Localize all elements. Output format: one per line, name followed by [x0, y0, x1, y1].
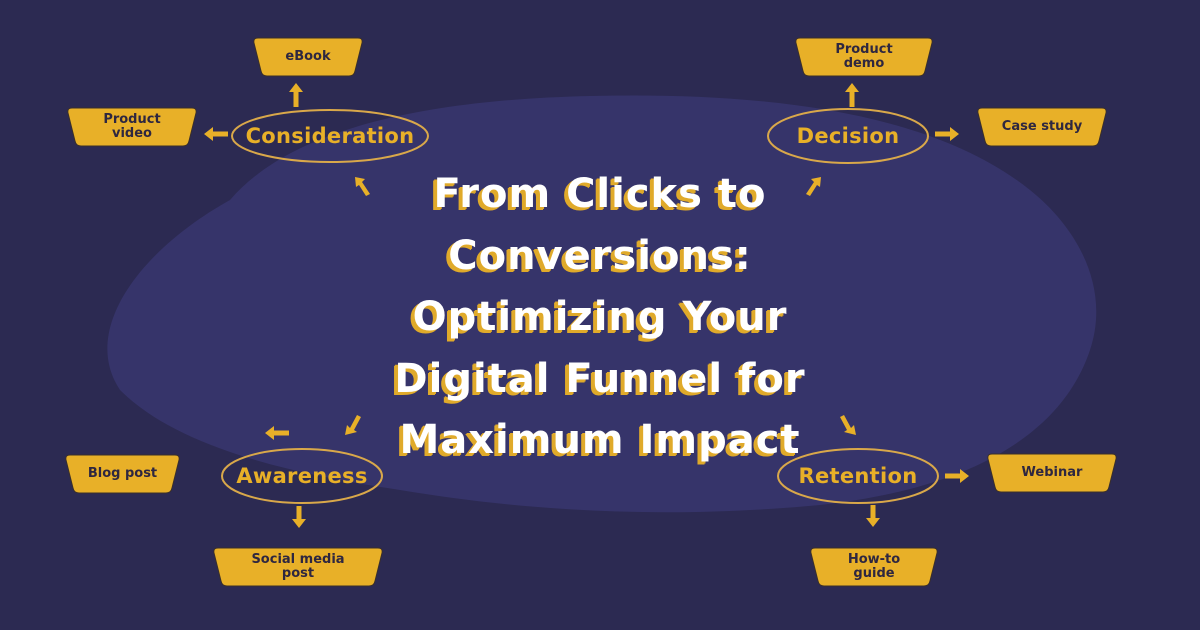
decision-stage[interactable]: Decision: [766, 107, 930, 165]
awareness-label: Awareness: [236, 464, 368, 488]
blog-post-label: Blog post: [87, 466, 158, 481]
arrow-left-icon: [265, 426, 289, 440]
consideration-label: Consideration: [245, 124, 415, 148]
page-title: From Clicks to Conversions: Optimizing Y…: [330, 164, 870, 472]
ebook-card[interactable]: eBook: [253, 37, 363, 77]
arrow-down-icon: [866, 505, 880, 527]
arrow-right-icon: [935, 127, 959, 141]
decision-label: Decision: [796, 124, 900, 148]
product-video-card[interactable]: Product video: [67, 107, 197, 147]
social-media-post-card[interactable]: Social media post: [213, 547, 383, 587]
ebook-label: eBook: [285, 49, 331, 64]
title-line: Digital Funnel for: [394, 355, 806, 402]
consideration-stage[interactable]: Consideration: [230, 108, 430, 164]
title-line: Optimizing Your: [412, 294, 788, 340]
arrow-up-icon: [845, 83, 859, 107]
how-to-guide-label: How-to guide: [847, 552, 901, 581]
arrow-down-icon: [292, 506, 306, 528]
arrow-up-icon: [289, 83, 303, 107]
product-demo-card[interactable]: Product demo: [795, 37, 933, 77]
funnel-diagram: eBook Product video Consideration Produc…: [0, 0, 1200, 630]
arrow-left-icon: [204, 127, 228, 141]
webinar-card[interactable]: Webinar: [987, 453, 1117, 493]
social-media-post-label: Social media post: [251, 552, 345, 581]
webinar-label: Webinar: [1021, 465, 1083, 480]
how-to-guide-card[interactable]: How-to guide: [810, 547, 938, 587]
case-study-card[interactable]: Case study: [977, 107, 1107, 147]
retention-label: Retention: [798, 464, 918, 488]
product-demo-label: Product demo: [835, 42, 893, 71]
product-video-label: Product video: [103, 112, 161, 141]
title-line: From Clicks to: [433, 171, 767, 217]
case-study-label: Case study: [1001, 119, 1083, 134]
title-line: Maximum Impact: [399, 417, 801, 463]
arrow-right-icon: [945, 469, 969, 483]
title-line: Conversions:: [448, 232, 752, 279]
blog-post-card[interactable]: Blog post: [65, 454, 180, 494]
